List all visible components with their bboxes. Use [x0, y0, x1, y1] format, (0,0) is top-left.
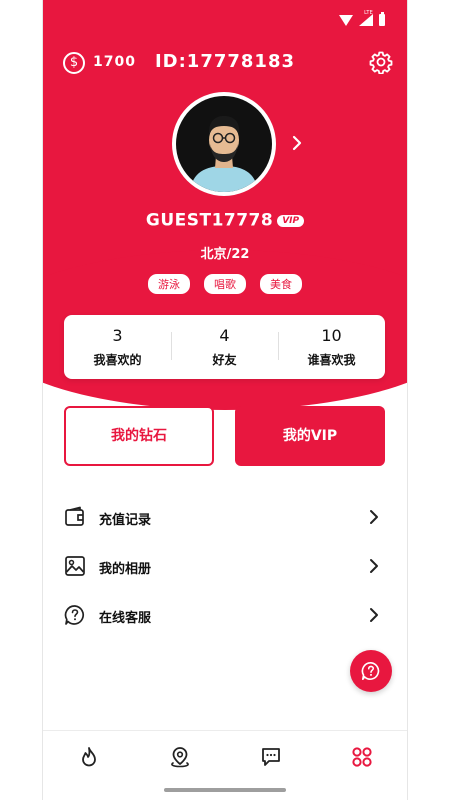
help-chat-icon — [64, 605, 84, 625]
user-id: ID:17778183 — [154, 51, 296, 72]
my-vip-button[interactable]: 我的VIP — [235, 406, 385, 466]
menu-item-recharge-history[interactable]: 充值记录 — [43, 493, 407, 542]
username-row: GUEST17778 VIP — [43, 210, 407, 231]
stat-likes-me[interactable]: 10 谁喜欢我 — [278, 326, 385, 368]
stat-friends[interactable]: 4 好友 — [171, 326, 278, 368]
nav-tab-discover[interactable] — [43, 731, 134, 783]
battery-icon — [379, 12, 385, 26]
stat-label: 我喜欢的 — [93, 353, 142, 367]
avatar-image — [176, 96, 272, 192]
vip-badge: VIP — [277, 214, 305, 227]
chevron-right-icon — [370, 608, 378, 622]
stat-value: 10 — [321, 326, 342, 345]
phone-screen: LTE $ 1700 ID:17778183 GUEST17778 VIP 北京… — [43, 0, 407, 800]
profile-top-row: $ 1700 ID:17778183 — [43, 48, 407, 78]
nav-tab-messages[interactable] — [225, 731, 316, 783]
help-chat-icon — [361, 662, 380, 680]
home-indicator — [164, 788, 286, 792]
interest-tags: 游泳 唱歌 美食 — [43, 274, 407, 294]
stats-card: 3 我喜欢的 4 好友 10 谁喜欢我 — [64, 315, 385, 379]
chat-icon — [261, 748, 280, 766]
photo-album-icon — [65, 556, 85, 576]
menu-list: 充值记录 我的相册 在线客服 — [43, 493, 407, 640]
location-pin-icon — [170, 747, 189, 768]
stat-value: 3 — [112, 326, 123, 345]
location-age: 北京/22 — [200, 247, 250, 262]
wallet-icon — [65, 506, 84, 526]
stat-label: 谁喜欢我 — [307, 353, 356, 367]
menu-item-online-support[interactable]: 在线客服 — [43, 591, 407, 640]
stat-value: 4 — [219, 326, 230, 345]
network-label: LTE — [364, 10, 373, 16]
interest-tag: 游泳 — [148, 274, 190, 294]
my-diamonds-button[interactable]: 我的钻石 — [64, 406, 214, 466]
menu-item-label: 在线客服 — [99, 611, 152, 626]
nav-tab-profile[interactable] — [316, 731, 407, 783]
stat-liked[interactable]: 3 我喜欢的 — [64, 326, 171, 368]
stat-label: 好友 — [212, 353, 237, 367]
nav-tab-nearby[interactable] — [134, 731, 225, 783]
chevron-right-icon — [370, 510, 378, 524]
menu-item-label: 充值记录 — [99, 513, 152, 528]
customer-service-fab[interactable] — [350, 650, 392, 692]
avatar[interactable] — [172, 92, 276, 196]
bottom-nav — [43, 730, 407, 783]
signal-icon: LTE — [359, 10, 373, 26]
interest-tag: 美食 — [260, 274, 302, 294]
username: GUEST17778 — [145, 210, 274, 231]
chevron-right-icon — [370, 559, 378, 573]
interest-tag: 唱歌 — [204, 274, 246, 294]
chevron-right-icon[interactable] — [290, 134, 304, 152]
flame-icon — [81, 747, 96, 767]
menu-item-my-album[interactable]: 我的相册 — [43, 542, 407, 591]
wifi-icon — [339, 14, 353, 26]
gear-icon[interactable] — [369, 50, 393, 74]
menu-item-label: 我的相册 — [99, 562, 152, 577]
apps-grid-icon — [351, 747, 372, 767]
status-bar: LTE — [339, 10, 385, 28]
